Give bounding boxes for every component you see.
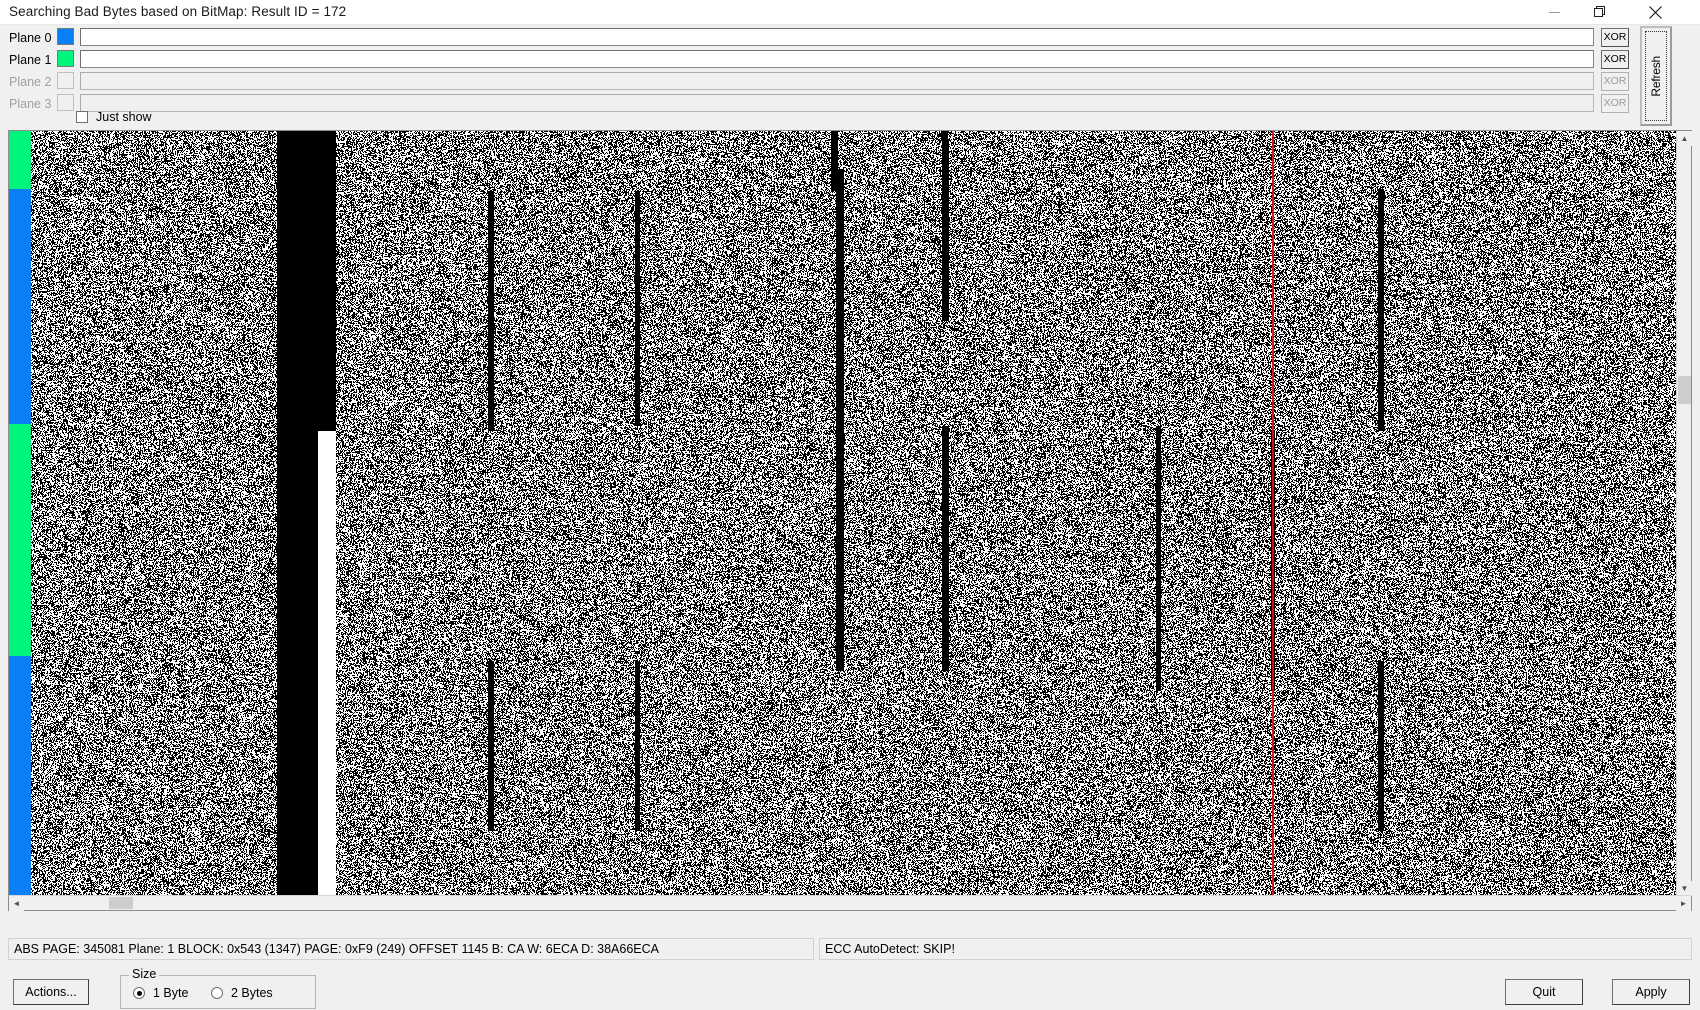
refresh-button-focus-ring: Refresh	[1645, 31, 1667, 121]
status-ecc-info: ECC AutoDetect: SKIP!	[819, 938, 1692, 960]
just-show-checkbox-box	[76, 111, 88, 123]
bitmap-viewer[interactable]: ▲ ▼ ◄ ►	[8, 130, 1692, 911]
status-bar: ABS PAGE: 345081 Plane: 1 BLOCK: 0x543 (…	[8, 938, 1692, 960]
plane-color-swatch-2	[57, 72, 74, 89]
plane-xor-button-2: XOR	[1601, 72, 1629, 91]
plane-band-0	[9, 131, 31, 189]
plane-row-1: Plane 1 XOR	[0, 50, 1700, 71]
plane-label-0: Plane 0	[9, 31, 52, 45]
restore-icon	[1594, 6, 1605, 17]
size-option-2-bytes-radio	[211, 987, 223, 999]
close-button[interactable]	[1632, 0, 1678, 24]
size-option-2-bytes-label: 2 Bytes	[231, 986, 273, 1000]
plane-controls-panel: Plane 0 XOR Plane 1 XOR Plane 2 XOR Plan…	[0, 25, 1700, 129]
cursor-line	[1272, 131, 1274, 896]
plane-color-swatch-3	[57, 94, 74, 111]
horizontal-scrollbar-thumb[interactable]	[109, 897, 133, 909]
plane-band-3	[9, 656, 31, 896]
vertical-scrollbar[interactable]: ▲ ▼	[1676, 131, 1692, 896]
plane-xor-button-0[interactable]: XOR	[1601, 28, 1629, 47]
bitmap-canvas[interactable]	[31, 131, 1676, 896]
plane-label-3: Plane 3	[9, 97, 52, 111]
scroll-left-icon[interactable]: ◄	[9, 896, 24, 911]
size-group-label: Size	[129, 967, 160, 981]
size-option-1-byte[interactable]: 1 Byte	[133, 986, 188, 1000]
scroll-right-icon[interactable]: ►	[1676, 896, 1691, 911]
close-icon	[1648, 5, 1662, 19]
maximize-button[interactable]	[1577, 0, 1623, 24]
size-option-2-bytes[interactable]: 2 Bytes	[211, 986, 273, 1000]
plane-pattern-input-3	[80, 94, 1594, 112]
plane-label-2: Plane 2	[9, 75, 52, 89]
title-bar: Searching Bad Bytes based on BitMap: Res…	[0, 0, 1700, 25]
scroll-down-icon[interactable]: ▼	[1677, 881, 1692, 896]
size-option-1-byte-radio	[133, 987, 145, 999]
plane-band-1	[9, 189, 31, 424]
vertical-scrollbar-thumb[interactable]	[1678, 376, 1691, 404]
refresh-button-label: Refresh	[1649, 55, 1663, 97]
size-group: Size 1 Byte 2 Bytes	[120, 967, 316, 1009]
plane-pattern-input-0[interactable]	[80, 28, 1594, 46]
minimize-button[interactable]	[1531, 0, 1577, 24]
just-show-label: Just show	[96, 110, 152, 124]
plane-row-3: Plane 3 XOR	[0, 94, 1700, 115]
plane-row-0: Plane 0 XOR	[0, 28, 1700, 49]
window-title: Searching Bad Bytes based on BitMap: Res…	[9, 4, 347, 19]
plane-pattern-input-1[interactable]	[80, 50, 1594, 68]
plane-xor-button-3: XOR	[1601, 94, 1629, 113]
plane-band-gutter	[9, 131, 31, 896]
status-page-info: ABS PAGE: 345081 Plane: 1 BLOCK: 0x543 (…	[8, 938, 814, 960]
plane-row-2: Plane 2 XOR	[0, 72, 1700, 93]
apply-button[interactable]: Apply	[1612, 979, 1690, 1005]
refresh-button[interactable]: Refresh	[1640, 26, 1672, 126]
minimize-icon	[1548, 11, 1560, 13]
plane-color-swatch-1[interactable]	[57, 50, 74, 67]
horizontal-scrollbar[interactable]: ◄ ►	[9, 895, 1691, 911]
plane-pattern-input-2	[80, 72, 1594, 90]
bitmap-canvas-container[interactable]	[31, 131, 1676, 896]
plane-xor-button-1[interactable]: XOR	[1601, 50, 1629, 69]
just-show-checkbox[interactable]: Just show	[76, 109, 152, 125]
scroll-up-icon[interactable]: ▲	[1677, 131, 1692, 146]
plane-color-swatch-0[interactable]	[57, 28, 74, 45]
application-window: Searching Bad Bytes based on BitMap: Res…	[0, 0, 1700, 1010]
plane-label-1: Plane 1	[9, 53, 52, 67]
size-option-1-byte-label: 1 Byte	[153, 986, 189, 1000]
quit-button[interactable]: Quit	[1505, 979, 1583, 1005]
actions-button[interactable]: Actions...	[13, 979, 89, 1005]
plane-band-2	[9, 424, 31, 656]
